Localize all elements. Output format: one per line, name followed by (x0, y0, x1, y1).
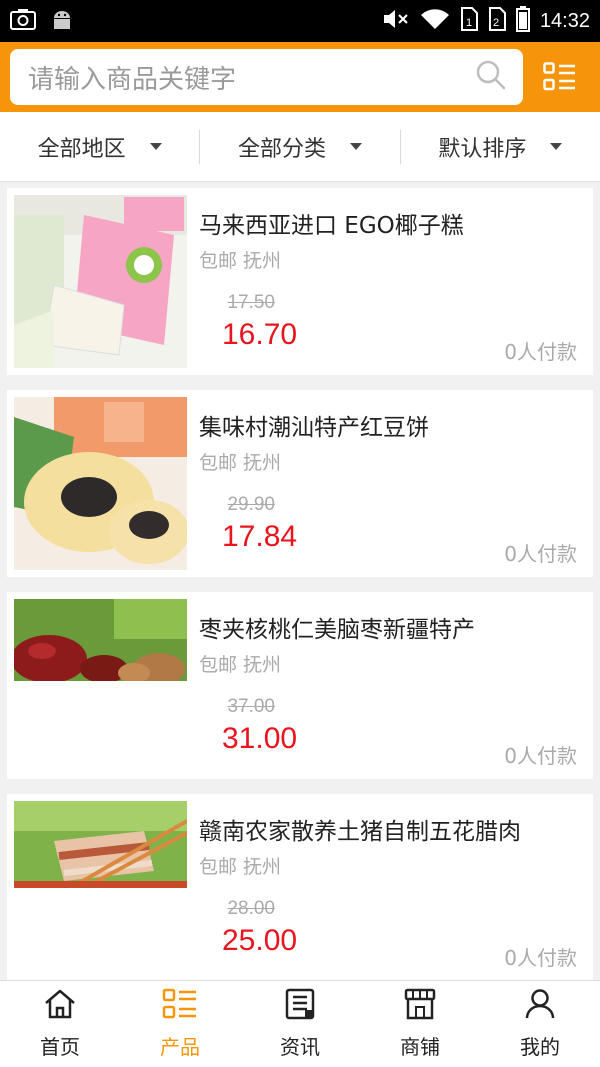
nav-label: 资讯 (280, 1035, 320, 1059)
filter-region[interactable]: 全部地区 (0, 129, 201, 164)
svg-text:2: 2 (493, 17, 499, 29)
battery-icon (515, 6, 530, 36)
original-price: 28.00 (227, 898, 275, 919)
bottom-nav: 首页 产品 资讯 商铺 我的 (0, 980, 600, 1067)
nav-products[interactable]: 产品 (120, 981, 240, 1067)
filter-label: 默认排序 (438, 136, 527, 162)
product-card[interactable]: 赣南农家散养土猪自制五花腊肉 包邮 抚州 28.00 25.00 0人付款 (7, 794, 593, 981)
filter-label: 全部地区 (37, 136, 126, 162)
product-card[interactable]: 马来西亚进口 EGO椰子糕 包邮 抚州 17.50 16.70 0人付款 (7, 188, 593, 375)
buyer-count: 0人付款 (504, 340, 577, 364)
filter-bar: 全部地区 全部分类 默认排序 (0, 112, 600, 182)
nav-shop[interactable]: 商铺 (360, 981, 480, 1067)
nav-news[interactable]: 资讯 (240, 981, 360, 1067)
product-meta: 包邮 抚州 (199, 856, 282, 878)
status-bar: 1 2 14:32 (0, 0, 600, 42)
screenshot-icon (10, 8, 36, 34)
search-input[interactable]: 请输入商品关键字 (10, 49, 523, 105)
product-meta: 包邮 抚州 (199, 452, 282, 474)
product-card[interactable]: 集味村潮汕特产红豆饼 包邮 抚州 29.90 17.84 0人付款 (7, 390, 593, 577)
filter-label: 全部分类 (237, 136, 326, 162)
original-price: 37.00 (227, 696, 275, 717)
product-price: 16.70 (222, 318, 298, 351)
original-price: 29.90 (227, 494, 275, 515)
nav-label: 我的 (520, 1035, 560, 1059)
product-name: 赣南农家散养土猪自制五花腊肉 (199, 819, 521, 845)
nav-home[interactable]: 首页 (0, 981, 120, 1067)
search-placeholder: 请输入商品关键字 (28, 64, 237, 95)
product-list-icon (162, 988, 198, 1025)
product-price: 17.84 (222, 520, 298, 553)
buyer-count: 0人付款 (504, 946, 577, 970)
caret-down-icon (350, 143, 362, 150)
product-meta: 包邮 抚州 (199, 654, 282, 676)
coconut-candy-image[interactable] (14, 195, 187, 368)
user-icon (524, 988, 556, 1025)
search-header: 请输入商品关键字 (0, 42, 600, 112)
product-meta: 包邮 抚州 (199, 250, 282, 272)
home-icon (43, 988, 77, 1025)
nav-label: 产品 (160, 1035, 200, 1059)
shop-icon (403, 988, 437, 1025)
product-card[interactable]: 枣夹核桃仁美脑枣新疆特产 包邮 抚州 37.00 31.00 0人付款 (7, 592, 593, 779)
buyer-count: 0人付款 (504, 542, 577, 566)
nav-label: 商铺 (400, 1035, 440, 1059)
android-icon (50, 7, 74, 35)
cured-pork-image[interactable] (14, 801, 187, 888)
buyer-count: 0人付款 (504, 744, 577, 768)
caret-down-icon (149, 143, 162, 150)
sim2-icon: 2 (488, 7, 506, 35)
list-grid-icon[interactable] (531, 47, 590, 107)
filter-sort[interactable]: 默认排序 (401, 130, 600, 164)
product-price: 25.00 (222, 924, 298, 957)
status-time: 14:32 (539, 9, 590, 32)
sim1-icon: 1 (460, 7, 478, 35)
product-name: 马来西亚进口 EGO椰子糕 (199, 213, 464, 239)
search-icon[interactable] (475, 59, 507, 95)
nav-mine[interactable]: 我的 (480, 981, 600, 1067)
dates-walnut-image[interactable] (14, 599, 187, 681)
wifi-icon (420, 8, 450, 34)
caret-down-icon (550, 143, 563, 150)
original-price: 17.50 (227, 292, 275, 313)
product-price: 31.00 (222, 722, 298, 755)
filter-category[interactable]: 全部分类 (200, 129, 401, 164)
nav-label: 首页 (40, 1035, 80, 1059)
product-name: 枣夹核桃仁美脑枣新疆特产 (199, 617, 475, 643)
mute-icon (382, 8, 410, 34)
red-bean-cake-image[interactable] (14, 397, 187, 570)
product-name: 集味村潮汕特产红豆饼 (199, 415, 429, 441)
svg-text:1: 1 (466, 17, 472, 29)
news-icon (285, 988, 315, 1025)
